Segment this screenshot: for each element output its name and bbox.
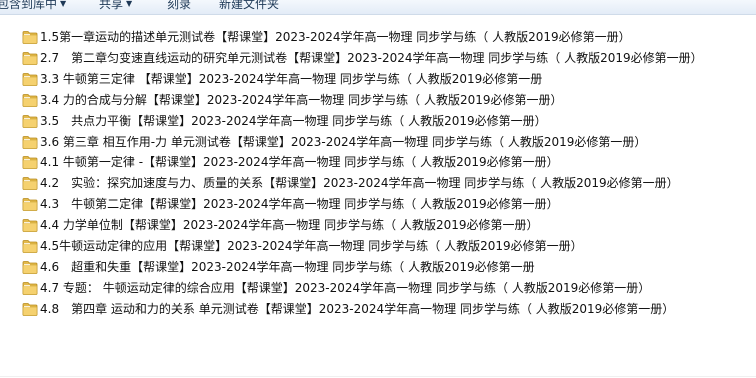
list-item[interactable]: 3.5 共点力平衡【帮课堂】2023-2024学年高一物理 同步学与练（ 人教版… xyxy=(0,111,756,131)
list-item[interactable]: 4.5牛顿运动定律的应用【帮课堂】2023-2024学年高一物理 同步学与练（ … xyxy=(0,236,756,256)
folder-icon xyxy=(22,175,38,190)
file-name: 4.3 牛顿第二定律【帮课堂】2023-2024学年高一物理 同步学与练（ 人教… xyxy=(40,197,559,211)
file-name: 4.5牛顿运动定律的应用【帮课堂】2023-2024学年高一物理 同步学与练（ … xyxy=(40,239,583,253)
file-name: 4.2 实验：探究加速度与力、质量的关系【帮课堂】2023-2024学年高一物理… xyxy=(40,176,679,190)
file-name: 3.3 牛顿第三定律 【帮课堂】2023-2024学年高一物理 同步学与练（ 人… xyxy=(40,72,543,86)
list-item[interactable]: 3.6 第三章 相互作用-力 单元测试卷【帮课堂】2023-2024学年高一物理… xyxy=(0,132,756,152)
folder-icon xyxy=(22,196,38,211)
list-item[interactable]: 2.7 第二章匀变速直线运动的研究单元测试卷【帮课堂】2023-2024学年高一… xyxy=(0,48,756,68)
folder-icon xyxy=(22,71,38,86)
include-in-library-label: 包含到库中 xyxy=(0,0,58,11)
chevron-down-icon: ▼ xyxy=(126,0,133,8)
share-label: 共享 xyxy=(99,0,124,11)
divider xyxy=(0,376,756,377)
file-name: 4.8 第四章 运动和力的关系 单元测试卷【帮课堂】2023-2024学年高一物… xyxy=(40,302,675,316)
list-item[interactable]: 1.5第一章运动的描述单元测试卷【帮课堂】2023-2024学年高一物理 同步学… xyxy=(0,27,756,47)
file-name: 3.6 第三章 相互作用-力 单元测试卷【帮课堂】2023-2024学年高一物理… xyxy=(40,135,647,149)
explorer-window: 包含到库中 ▼ 共享 ▼ 刻录 新建文件夹 1.5第一章运动的描述单元测试卷【帮课堂… xyxy=(0,0,756,378)
chevron-down-icon: ▼ xyxy=(60,0,67,8)
file-name: 2.7 第二章匀变速直线运动的研究单元测试卷【帮课堂】2023-2024学年高一… xyxy=(40,51,703,65)
folder-icon xyxy=(22,92,38,107)
folder-icon xyxy=(22,301,38,316)
command-bar: 包含到库中 ▼ 共享 ▼ 刻录 新建文件夹 xyxy=(0,0,756,15)
file-name: 4.4 力学单位制【帮课堂】2023-2024学年高一物理 同步学与练（ 人教版… xyxy=(40,218,539,232)
include-in-library-menu[interactable]: 包含到库中 ▼ xyxy=(0,0,66,12)
list-item[interactable]: 3.3 牛顿第三定律 【帮课堂】2023-2024学年高一物理 同步学与练（ 人… xyxy=(0,69,756,89)
list-item[interactable]: 4.6 超重和失重【帮课堂】2023-2024学年高一物理 同步学与练（ 人教版… xyxy=(0,257,756,277)
folder-icon xyxy=(22,280,38,295)
new-folder-button[interactable]: 新建文件夹 xyxy=(219,0,279,12)
file-name: 4.6 超重和失重【帮课堂】2023-2024学年高一物理 同步学与练（ 人教版… xyxy=(40,260,535,274)
list-item[interactable]: 4.2 实验：探究加速度与力、质量的关系【帮课堂】2023-2024学年高一物理… xyxy=(0,173,756,193)
file-name: 1.5第一章运动的描述单元测试卷【帮课堂】2023-2024学年高一物理 同步学… xyxy=(40,30,631,44)
folder-icon xyxy=(22,113,38,128)
folder-icon xyxy=(22,154,38,169)
file-name: 3.5 共点力平衡【帮课堂】2023-2024学年高一物理 同步学与练（ 人教版… xyxy=(40,114,547,128)
burn-button[interactable]: 刻录 xyxy=(167,0,191,12)
folder-icon xyxy=(22,238,38,253)
list-item[interactable]: 4.8 第四章 运动和力的关系 单元测试卷【帮课堂】2023-2024学年高一物… xyxy=(0,299,756,319)
folder-icon xyxy=(22,50,38,65)
folder-icon xyxy=(22,217,38,232)
list-item[interactable]: 4.7 专题： 牛顿运动定律的综合应用【帮课堂】2023-2024学年高一物理 … xyxy=(0,278,756,298)
share-menu[interactable]: 共享 ▼ xyxy=(99,0,132,12)
folder-icon xyxy=(22,259,38,274)
list-item[interactable]: 4.4 力学单位制【帮课堂】2023-2024学年高一物理 同步学与练（ 人教版… xyxy=(0,215,756,235)
file-name: 4.7 专题： 牛顿运动定律的综合应用【帮课堂】2023-2024学年高一物理 … xyxy=(40,281,651,295)
file-name: 3.4 力的合成与分解【帮课堂】2023-2024学年高一物理 同步学与练（ 人… xyxy=(40,93,563,107)
folder-icon xyxy=(22,134,38,149)
file-name: 4.1 牛顿第一定律 -【帮课堂】2023-2024学年高一物理 同步学与练（ … xyxy=(40,155,559,169)
list-item[interactable]: 4.1 牛顿第一定律 -【帮课堂】2023-2024学年高一物理 同步学与练（ … xyxy=(0,152,756,172)
list-item[interactable]: 3.4 力的合成与分解【帮课堂】2023-2024学年高一物理 同步学与练（ 人… xyxy=(0,90,756,110)
folder-icon xyxy=(22,29,38,44)
list-item[interactable]: 4.3 牛顿第二定律【帮课堂】2023-2024学年高一物理 同步学与练（ 人教… xyxy=(0,194,756,214)
